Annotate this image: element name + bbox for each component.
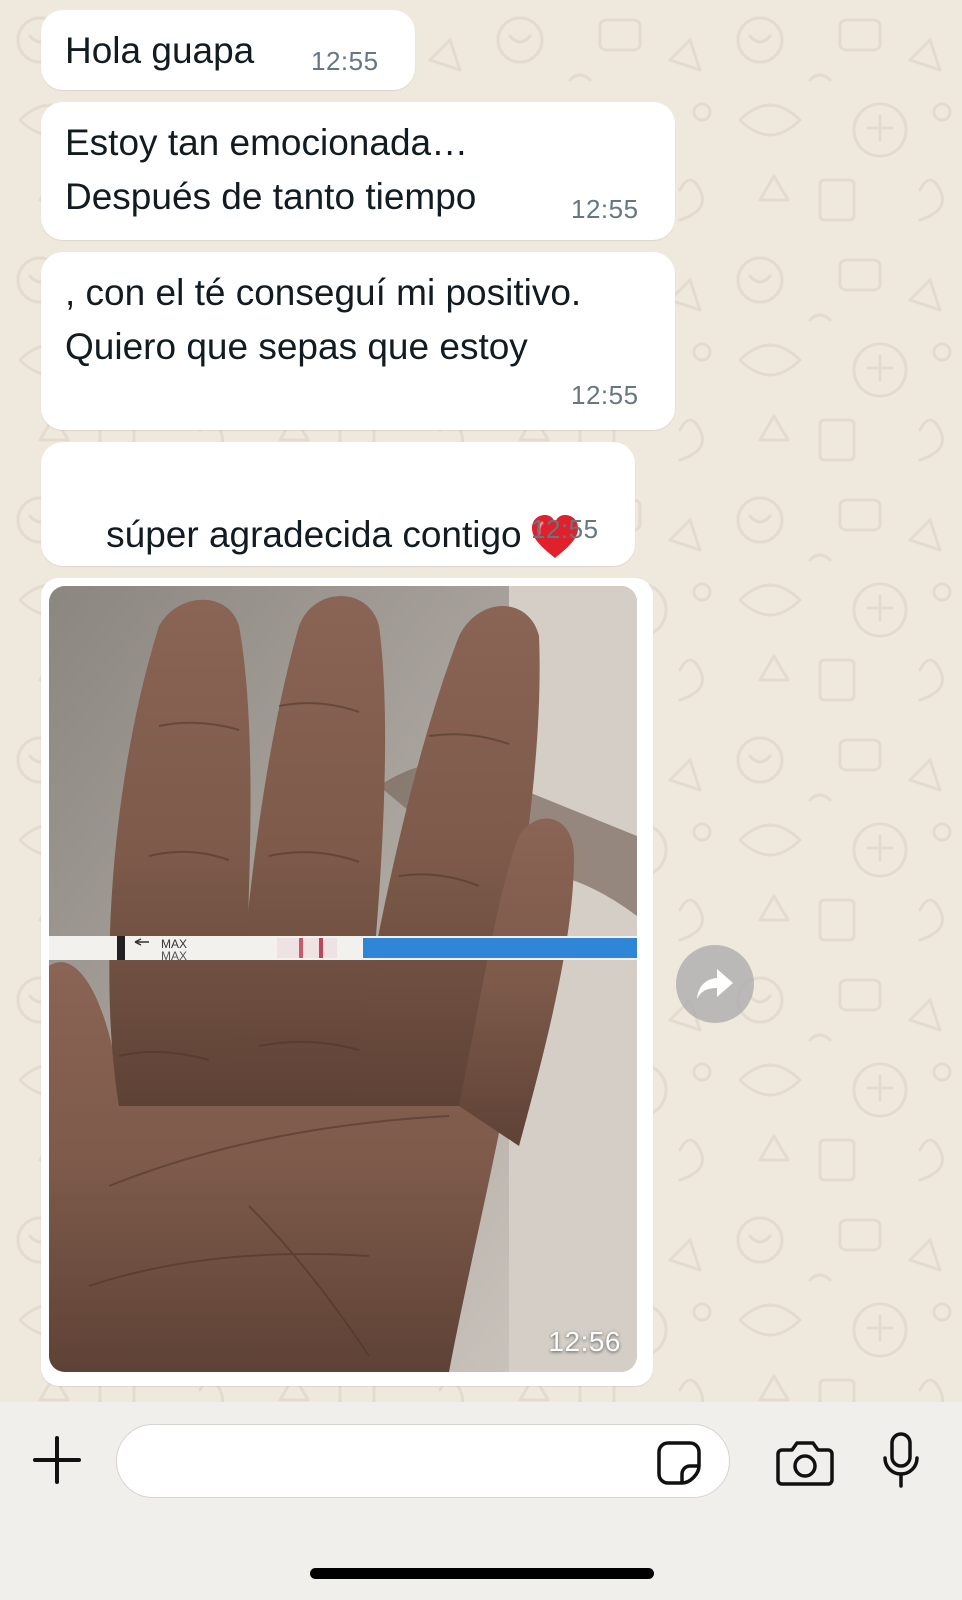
message-timestamp: 12:55 <box>311 46 379 76</box>
message-bubble[interactable]: súper agradecida contigo 12:55 <box>41 442 635 566</box>
forward-button[interactable] <box>676 945 754 1023</box>
camera-icon <box>776 1441 834 1486</box>
message-text-line: Después de tanto tiempo <box>65 176 477 217</box>
message-input[interactable] <box>116 1424 730 1498</box>
photo-message-bubble[interactable]: MAX MAX 12:56 <box>41 578 653 1386</box>
photo-timestamp: 12:56 <box>548 1326 621 1357</box>
sticker-icon <box>657 1441 701 1485</box>
plus-icon <box>33 1436 81 1484</box>
message-timestamp: 12:55 <box>571 194 639 224</box>
camera-button[interactable] <box>776 1440 834 1486</box>
message-timestamp: 12:55 <box>571 380 639 410</box>
message-text: súper agradecida contigo <box>106 514 522 555</box>
sticker-button[interactable] <box>656 1440 702 1486</box>
strip-label: MAX <box>161 949 187 963</box>
microphone-icon <box>883 1432 919 1488</box>
message-text-line: Estoy tan emocionada… <box>65 122 469 163</box>
attach-button[interactable] <box>32 1435 82 1485</box>
photo-image[interactable]: MAX MAX 12:56 <box>49 586 637 1372</box>
hand-with-test-strip-photo: MAX MAX <box>49 586 637 1372</box>
message-bubble[interactable]: Hola guapa 12:55 <box>41 10 415 90</box>
message-bubble[interactable]: , con el té conseguí mi positivo. Quiero… <box>41 252 675 430</box>
forward-icon <box>697 969 733 999</box>
message-text-line: Quiero que sepas que estoy <box>65 326 528 367</box>
microphone-button[interactable] <box>882 1432 920 1490</box>
message-text: Hola guapa <box>65 30 255 71</box>
message-bubble[interactable]: Estoy tan emocionada… Después de tanto t… <box>41 102 675 240</box>
message-timestamp: 12:55 <box>531 514 599 544</box>
message-text-line: , con el té conseguí mi positivo. <box>65 272 582 313</box>
home-indicator <box>310 1568 654 1579</box>
